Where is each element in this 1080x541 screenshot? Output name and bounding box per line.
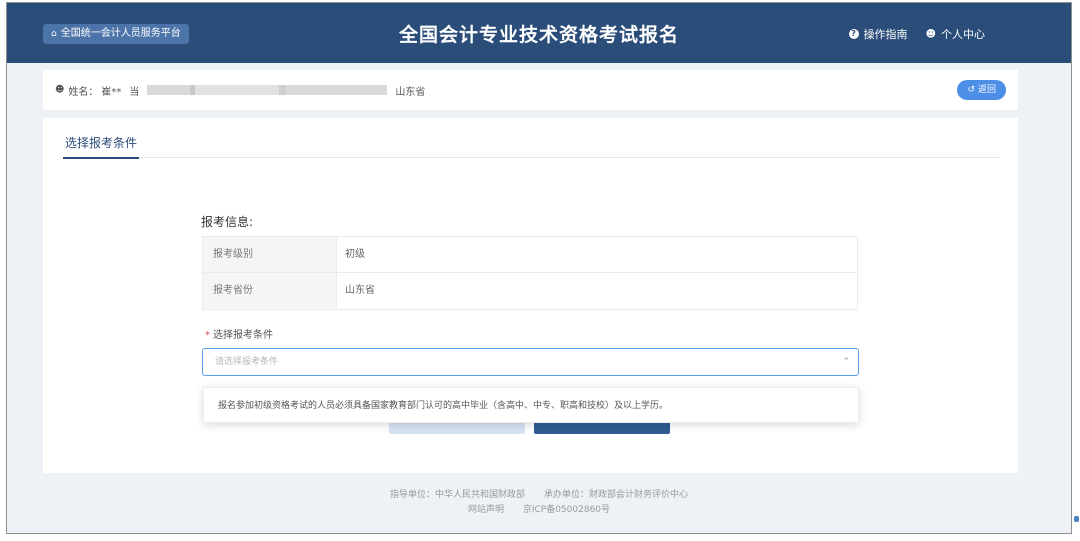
- condition-select-placeholder: 请选择报考条件: [215, 357, 279, 367]
- required-mark: *: [205, 330, 210, 341]
- guide-link-label: 操作指南: [863, 28, 908, 41]
- province-value: 山东省: [395, 86, 426, 98]
- exam-province-value: 山东省: [345, 285, 375, 296]
- guide-link[interactable]: ? 操作指南: [848, 26, 908, 42]
- back-button-label: 返回: [977, 85, 996, 95]
- host-unit: 承办单位：财政部会计财务评价中心: [543, 490, 688, 500]
- back-icon: ↺: [967, 85, 975, 95]
- condition-label: * 选择报考条件: [205, 326, 273, 341]
- guide-unit: 指导单位：中华人民共和国财政部: [390, 490, 526, 500]
- id-prefix: 当: [129, 86, 140, 98]
- tab-bar: 选择报考条件: [63, 130, 999, 159]
- exam-province-label: 报考省份: [203, 273, 337, 309]
- masked-id-number: [147, 85, 388, 95]
- condition-select[interactable]: 请选择报考条件 ⌃: [202, 348, 859, 376]
- user-center-link[interactable]: ☻ 个人中心: [926, 26, 985, 42]
- user-icon: ☻: [925, 28, 936, 40]
- exam-info-title: 报考信息:: [201, 215, 254, 229]
- back-button[interactable]: ↺ 返回: [957, 80, 1006, 100]
- condition-label-text: 选择报考条件: [213, 330, 273, 341]
- edge-marker: [1074, 516, 1079, 522]
- statement-link[interactable]: 网站声明: [468, 505, 504, 515]
- top-header: ⌂ 全国统一会计人员服务平台 全国会计专业技术资格考试报名 ? 操作指南 ☻ 个…: [7, 3, 1071, 63]
- condition-dropdown-option[interactable]: 报名参加初级资格考试的人员必须具备国家教育部门认可的高中毕业（含高中、中专、职高…: [203, 387, 859, 423]
- browser-frame: ⌂ 全国统一会计人员服务平台 全国会计专业技术资格考试报名 ? 操作指南 ☻ 个…: [6, 2, 1072, 534]
- icp-number[interactable]: 京ICP备05002860号: [523, 505, 610, 515]
- name-value: 崔**: [101, 86, 122, 98]
- exam-level-value: 初级: [345, 249, 365, 260]
- exam-info-table: 报考级别 初级 报考省份 山东省: [202, 236, 858, 310]
- help-icon: ?: [848, 29, 859, 39]
- page-footer: 指导单位：中华人民共和国财政部 承办单位：财政部会计财务评价中心 网站声明 京I…: [7, 488, 1071, 518]
- tab-select-condition[interactable]: 选择报考条件: [63, 134, 140, 159]
- main-card: 选择报考条件 报考信息: 报考级别 初级 报考省份 山东省 * 选择报考条件 请选…: [43, 118, 1018, 473]
- chevron-up-icon: ⌃: [842, 357, 850, 367]
- name-label: 姓名：: [68, 86, 99, 98]
- exam-level-label: 报考级别: [203, 237, 337, 272]
- footer-links: 网站声明 京ICP备05002860号: [7, 503, 1071, 518]
- table-row: 报考省份 山东省: [203, 273, 857, 309]
- user-center-label: 个人中心: [941, 28, 985, 41]
- person-icon: ☻: [55, 85, 65, 95]
- user-info-bar: ☻ 姓名： 崔** 当 山东省 ↺ 返回: [43, 70, 1018, 110]
- header-links: ? 操作指南 ☻ 个人中心: [848, 26, 985, 42]
- table-row: 报考级别 初级: [203, 237, 857, 273]
- footer-units: 指导单位：中华人民共和国财政部 承办单位：财政部会计财务评价中心: [7, 488, 1071, 503]
